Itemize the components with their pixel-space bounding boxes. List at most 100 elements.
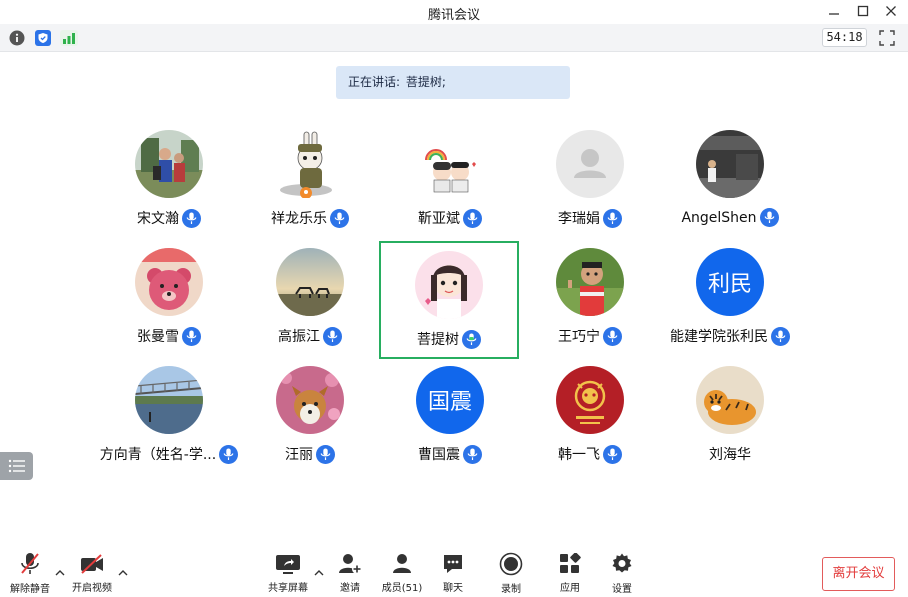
start-video-button[interactable]: 开启视频 xyxy=(64,552,120,594)
members-button[interactable]: 成员(51) xyxy=(374,552,430,594)
participant-name-row: 王巧宁 xyxy=(520,326,660,346)
microphone-icon xyxy=(603,444,622,464)
avatar xyxy=(415,251,483,319)
settings-button[interactable]: 设置 xyxy=(594,552,650,595)
apps-button[interactable]: 应用 xyxy=(542,552,598,594)
speaking-label: 正在讲话: xyxy=(348,75,401,89)
minimize-icon xyxy=(829,13,839,15)
members-icon xyxy=(393,553,411,573)
share-screen-button[interactable]: 共享屏幕 xyxy=(260,552,316,594)
add-user-icon xyxy=(339,553,362,574)
participant-tile[interactable]: 张曼雪 xyxy=(99,238,239,356)
microphone-icon xyxy=(323,326,342,346)
participant-name: 韩一飞 xyxy=(558,447,600,463)
participant-name-row: 曹国震 xyxy=(380,444,520,464)
participant-name-row: 汪丽 xyxy=(240,444,380,464)
participant-tile[interactable]: 方向青（姓名-学... xyxy=(99,356,239,474)
participant-tile[interactable]: 利民 能建学院张利民 xyxy=(660,238,800,356)
bottom-toolbar: 解除静音 开启视频 共享屏幕 邀请 成员(51) 聊天 录制 应用 设置 xyxy=(0,548,908,597)
text-avatar: 国震 xyxy=(416,366,484,434)
default-avatar-icon xyxy=(574,149,606,178)
maximize-icon xyxy=(857,5,869,17)
participant-name: 能建学院张利民 xyxy=(670,329,768,345)
share-screen-label: 共享屏幕 xyxy=(268,583,308,594)
microphone-icon xyxy=(463,444,482,464)
microphone-icon xyxy=(182,326,201,346)
avatar xyxy=(276,248,344,316)
microphone-icon xyxy=(316,444,335,464)
record-icon xyxy=(499,552,523,576)
participant-name: 高振江 xyxy=(278,329,320,345)
participant-tile[interactable]: 王巧宁 xyxy=(520,238,660,356)
participant-tile[interactable]: 刘海华 xyxy=(660,356,800,474)
avatar xyxy=(276,366,344,434)
participant-tile[interactable]: 靳亚斌 xyxy=(380,120,520,238)
participant-name: 祥龙乐乐 xyxy=(271,211,327,227)
participant-name-row: 高振江 xyxy=(240,326,380,346)
microphone-icon xyxy=(603,326,622,346)
network-status-button[interactable] xyxy=(60,29,78,47)
participant-tile[interactable]: 国震 曹国震 xyxy=(380,356,520,474)
gear-icon xyxy=(612,553,632,573)
participant-name-row: 韩一飞 xyxy=(520,444,660,464)
microphone-icon xyxy=(182,208,201,228)
participant-name: 菩提树 xyxy=(417,332,459,348)
avatar xyxy=(135,130,203,198)
unmute-button[interactable]: 解除静音 xyxy=(2,552,58,595)
avatar xyxy=(696,366,764,434)
participant-name: 汪丽 xyxy=(285,447,313,463)
participant-name: 方向青（姓名-学... xyxy=(99,447,217,463)
microphone-icon xyxy=(603,208,622,228)
shield-icon xyxy=(35,30,51,46)
info-icon xyxy=(9,30,25,46)
microphone-speaking-icon xyxy=(462,329,481,349)
member-list-toggle[interactable] xyxy=(0,452,33,480)
settings-label: 设置 xyxy=(612,584,632,595)
speaking-indicator: 正在讲话: 菩提树; xyxy=(336,66,570,99)
security-button[interactable] xyxy=(34,29,52,47)
participant-name: AngelShen xyxy=(681,209,757,226)
participant-tile[interactable]: AngelShen xyxy=(660,120,800,238)
chevron-up-icon xyxy=(118,569,128,575)
chat-label: 聊天 xyxy=(443,583,463,594)
leave-meeting-button[interactable]: 离开会议 xyxy=(822,557,895,591)
avatar xyxy=(696,130,764,198)
record-label: 录制 xyxy=(501,584,521,595)
window-title: 腾讯会议 xyxy=(427,8,480,23)
meeting-timer: 54:18 xyxy=(822,28,867,47)
video-options-caret[interactable] xyxy=(117,566,129,578)
participant-name: 李瑞娟 xyxy=(558,211,600,227)
signal-strength-icon xyxy=(60,30,78,46)
participant-name: 靳亚斌 xyxy=(418,211,460,227)
chat-button[interactable]: 聊天 xyxy=(425,552,481,594)
avatar xyxy=(135,248,203,316)
avatar xyxy=(556,248,624,316)
participant-tile[interactable]: 高振江 xyxy=(240,238,380,356)
speaking-name: 菩提树; xyxy=(405,75,446,89)
avatar xyxy=(556,366,624,434)
participant-name-row: 张曼雪 xyxy=(99,326,239,346)
fullscreen-button[interactable] xyxy=(877,28,897,48)
avatar xyxy=(416,130,484,198)
close-button[interactable] xyxy=(874,0,908,22)
apps-grid-icon xyxy=(560,552,581,573)
unmute-label: 解除静音 xyxy=(10,584,50,595)
record-button[interactable]: 录制 xyxy=(483,552,539,595)
participant-name-row: 能建学院张利民 xyxy=(660,326,800,346)
invite-button[interactable]: 邀请 xyxy=(322,552,378,594)
participant-tile[interactable]: 汪丽 xyxy=(240,356,380,474)
participant-tile[interactable]: 李瑞娟 xyxy=(520,120,660,238)
participant-tile-speaking[interactable]: 菩提树 xyxy=(379,241,519,359)
participant-tile[interactable]: 宋文瀚 xyxy=(99,120,239,238)
meeting-info-button[interactable] xyxy=(8,29,26,47)
avatar xyxy=(556,130,624,198)
close-icon xyxy=(886,6,896,16)
members-label: 成员(51) xyxy=(381,583,423,594)
participant-name: 曹国震 xyxy=(418,447,460,463)
microphone-icon xyxy=(759,208,779,227)
participant-tile[interactable]: 祥龙乐乐 xyxy=(240,120,380,238)
participant-tile[interactable]: 韩一飞 xyxy=(520,356,660,474)
video-off-icon xyxy=(81,553,103,574)
participant-name-row: 靳亚斌 xyxy=(380,208,520,228)
microphone-icon xyxy=(219,444,239,464)
